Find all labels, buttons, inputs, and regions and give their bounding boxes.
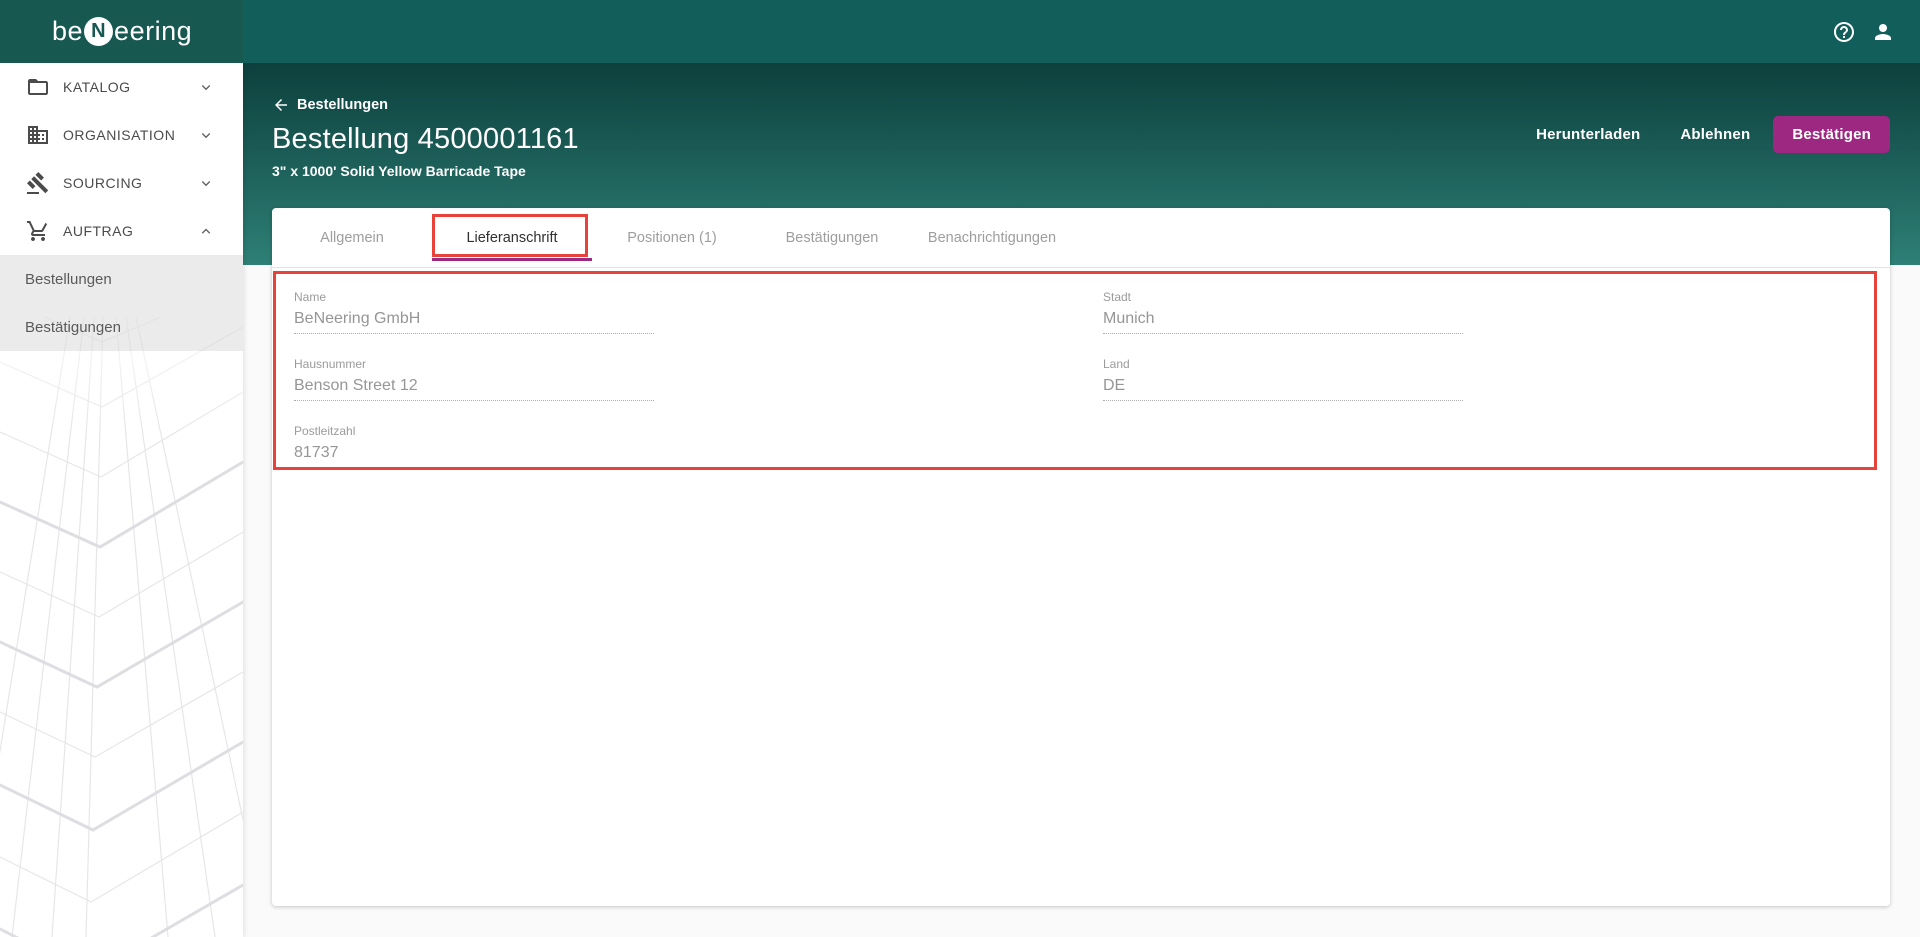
sidebar-item-label: KATALOG	[63, 79, 131, 95]
page-subtitle: 3" x 1000' Solid Yellow Barricade Tape	[272, 163, 526, 179]
field-label: Name	[294, 290, 327, 304]
chevron-down-icon	[197, 174, 215, 192]
chevron-down-icon	[197, 78, 215, 96]
page-header-text: Bestellungen Bestellung 4500001161 3" x …	[272, 63, 579, 179]
reject-button[interactable]: Ablehnen	[1663, 117, 1767, 152]
sidebar-nav: KATALOG ORGANISATION SOURCING AUFTRAG Be…	[0, 63, 243, 351]
breadcrumb-label: Bestellungen	[297, 97, 389, 113]
sidebar-item-label: ORGANISATION	[63, 127, 176, 143]
field-label: Stadt	[1103, 290, 1132, 304]
sidebar-item-sourcing[interactable]: SOURCING	[0, 159, 243, 207]
sidebar-item-bestellungen[interactable]: Bestellungen	[0, 255, 243, 303]
sidebar: KATALOG ORGANISATION SOURCING AUFTRAG Be…	[0, 63, 243, 937]
tab-positionen[interactable]: Positionen (1)	[592, 208, 752, 267]
tab-allgemein[interactable]: Allgemein	[272, 208, 432, 267]
building-icon	[26, 123, 50, 147]
tab-bar: Allgemein Lieferanschrift Positionen (1)…	[272, 208, 1890, 268]
breadcrumb-back[interactable]: Bestellungen	[272, 96, 579, 114]
back-arrow-icon	[275, 99, 287, 111]
submenu-item-label: Bestellungen	[25, 270, 112, 288]
app-root: be Neering KATALOG ORGANISATION SOURCING…	[0, 0, 1920, 937]
field-value: Benson Street 12	[294, 377, 654, 401]
field-value: DE	[1103, 377, 1463, 401]
folder-icon	[26, 75, 50, 99]
delivery-address-form: Name BeNeering GmbH Stadt Munich Hausnum…	[272, 268, 1890, 491]
logo-text-pre: be	[52, 16, 84, 46]
sidebar-item-bestaetigungen[interactable]: Bestätigungen	[0, 303, 243, 351]
field-value: Munich	[1103, 310, 1463, 334]
help-icon[interactable]	[1832, 20, 1856, 44]
sidebar-item-label: SOURCING	[63, 175, 143, 191]
auftrag-submenu: Bestellungen Bestätigungen	[0, 255, 243, 351]
topbar: be Neering	[0, 0, 1920, 63]
gavel-icon	[26, 171, 50, 195]
chevron-down-icon	[197, 126, 215, 144]
cart-icon	[26, 219, 50, 243]
order-detail-card: Allgemein Lieferanschrift Positionen (1)…	[272, 208, 1890, 906]
field-land: Land DE	[1103, 357, 1463, 401]
header-actions: Herunterladen Ablehnen Bestätigen	[1519, 116, 1890, 153]
topbar-logo-section: be Neering	[0, 0, 243, 63]
field-value: 81737	[294, 444, 654, 468]
confirm-button[interactable]: Bestätigen	[1773, 116, 1890, 153]
topbar-actions	[243, 0, 1920, 63]
logo-n-icon: N	[84, 17, 114, 46]
sidebar-item-auftrag[interactable]: AUFTRAG	[0, 207, 243, 255]
tab-benachrichtigungen[interactable]: Benachrichtigungen	[912, 208, 1072, 267]
field-label: Postleitzahl	[294, 424, 356, 438]
field-label: Land	[1103, 357, 1130, 371]
field-label: Hausnummer	[294, 357, 367, 371]
field-value: BeNeering GmbH	[294, 310, 654, 334]
chevron-up-icon	[197, 222, 215, 240]
page-title: Bestellung 4500001161	[272, 123, 579, 155]
submenu-item-label: Bestätigungen	[25, 318, 121, 336]
user-account-icon[interactable]	[1871, 20, 1895, 44]
tab-lieferanschrift[interactable]: Lieferanschrift	[432, 208, 592, 267]
field-name: Name BeNeering GmbH	[294, 290, 654, 334]
sidebar-item-organisation[interactable]: ORGANISATION	[0, 111, 243, 159]
field-postleitzahl: Postleitzahl 81737	[294, 424, 654, 468]
sidebar-item-label: AUFTRAG	[63, 223, 134, 239]
sidebar-item-katalog[interactable]: KATALOG	[0, 63, 243, 111]
download-button[interactable]: Herunterladen	[1519, 117, 1657, 152]
beneering-logo[interactable]: be Neering	[52, 16, 192, 47]
tab-bestaetigungen[interactable]: Bestätigungen	[752, 208, 912, 267]
field-stadt: Stadt Munich	[1103, 290, 1463, 334]
logo-text-post: eering	[114, 16, 193, 46]
field-hausnummer: Hausnummer Benson Street 12	[294, 357, 654, 401]
